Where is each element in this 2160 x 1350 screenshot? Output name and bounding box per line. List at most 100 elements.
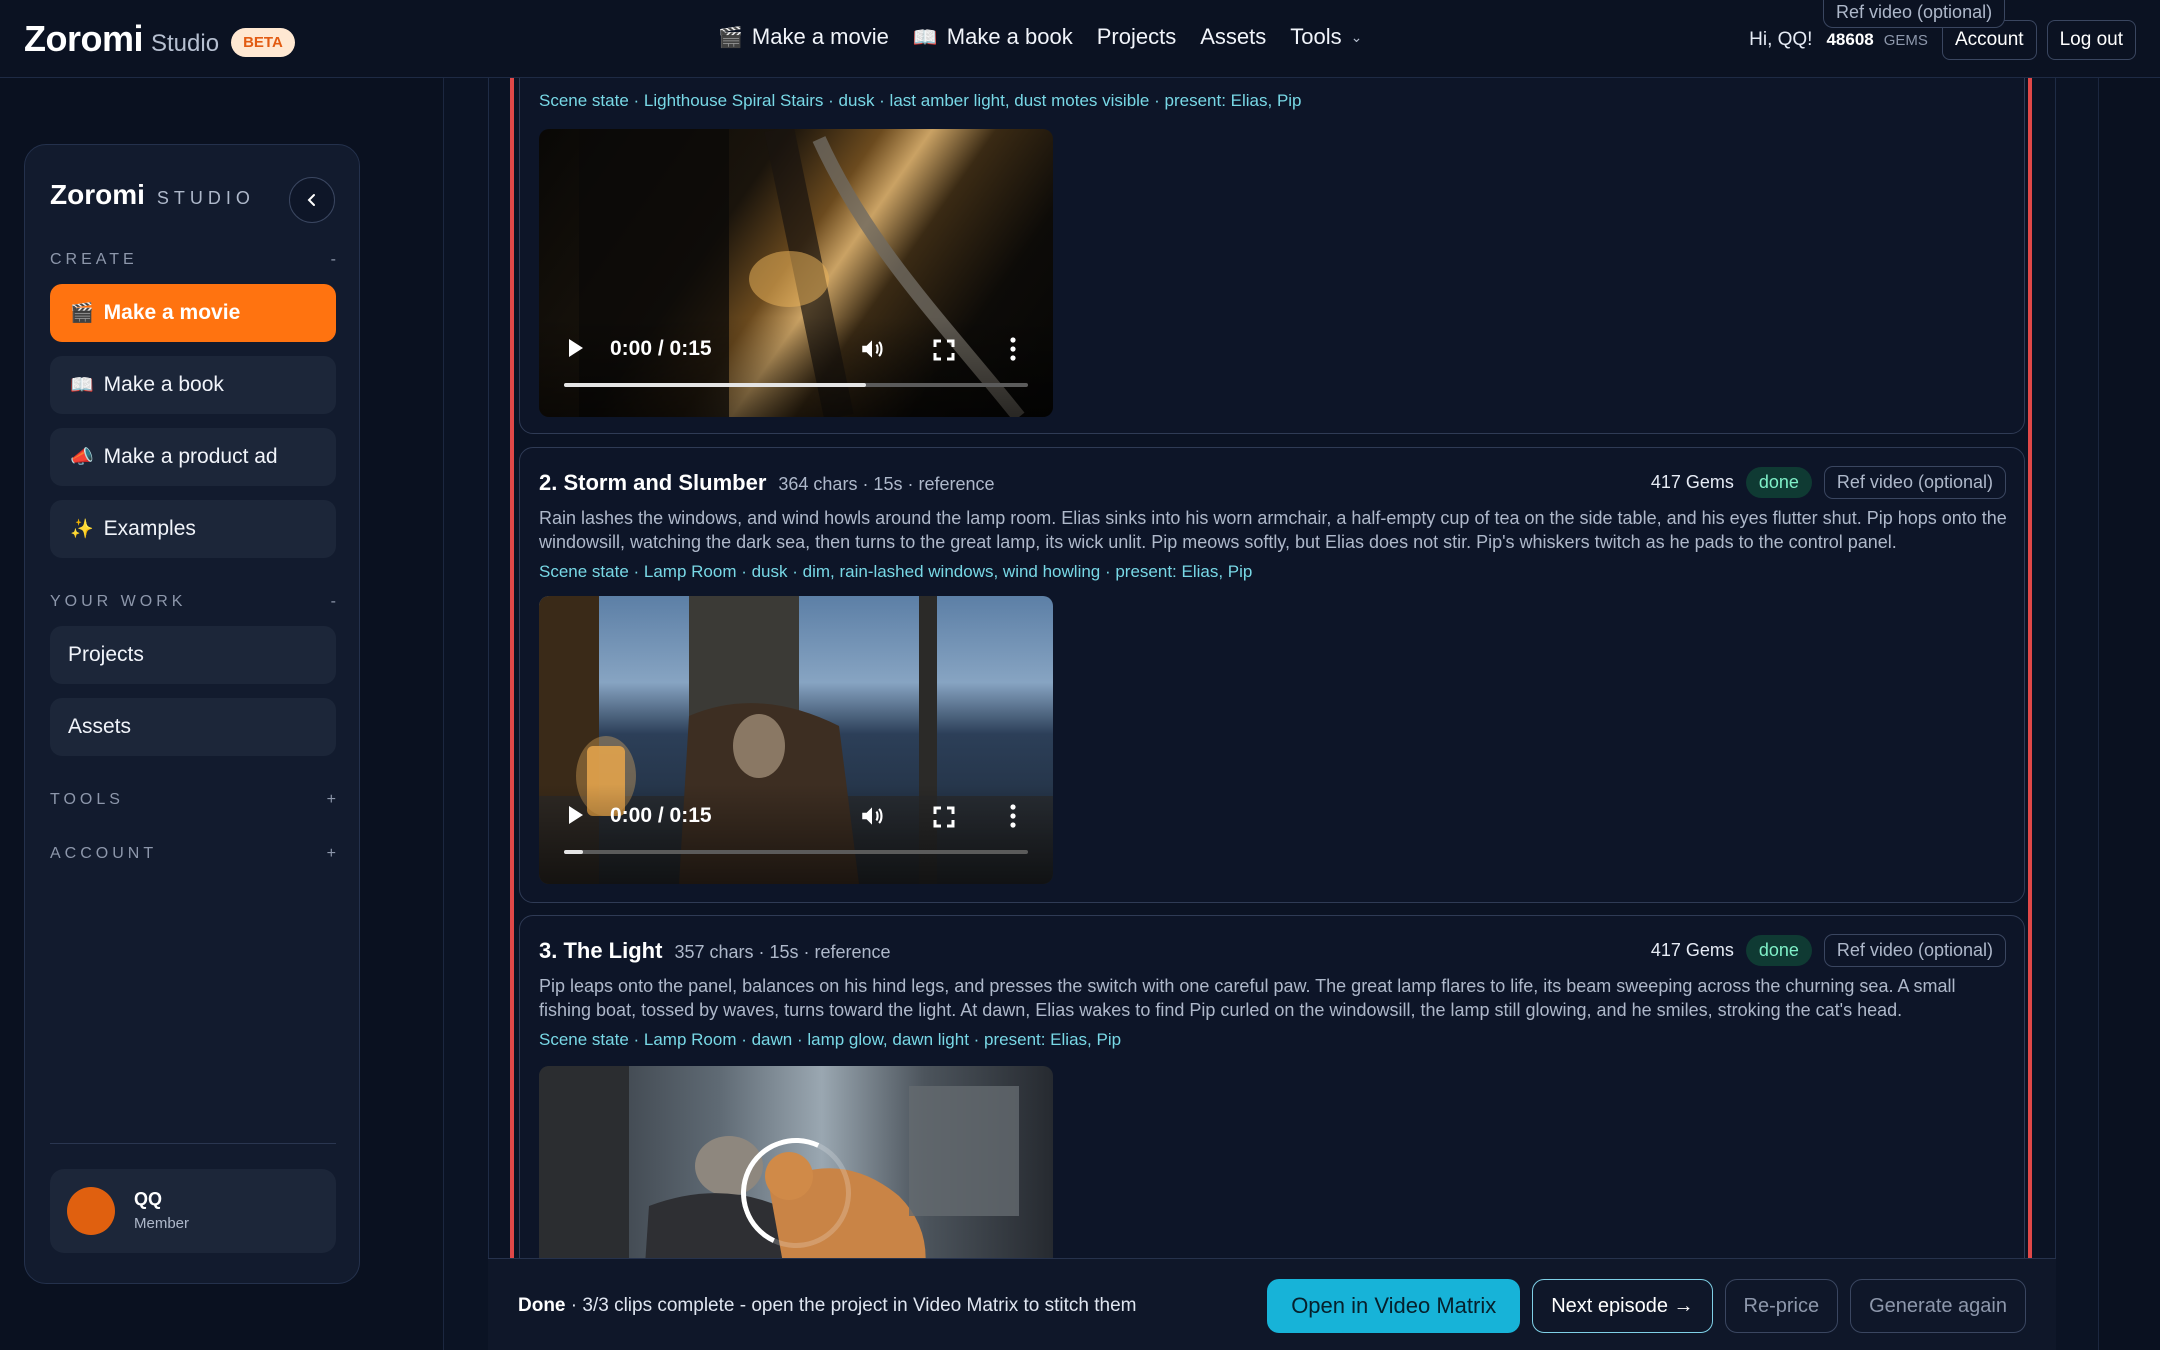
- ref-video-button[interactable]: Ref video (optional): [1823, 466, 2006, 499]
- book-icon: 📖: [70, 375, 94, 396]
- ref-video-button[interactable]: Ref video (optional): [1823, 934, 2006, 967]
- scene-state: Scene state · Lamp Room · dusk · dim, ra…: [539, 562, 1253, 581]
- video-player[interactable]: 0:00 / 0:15: [539, 129, 1053, 417]
- scene-state: Scene state · Lighthouse Spiral Stairs ·…: [539, 91, 1302, 110]
- section-your-work[interactable]: YOUR WORK -: [50, 593, 336, 611]
- expand-toggle[interactable]: +: [327, 791, 336, 809]
- generate-again-button[interactable]: Generate again: [1850, 1279, 2026, 1333]
- chevron-down-icon: ⌄: [1350, 28, 1363, 45]
- status-detail: · 3/3 clips complete - open the project …: [565, 1295, 1137, 1316]
- sidebar-item-projects[interactable]: Projects: [50, 626, 336, 684]
- section-label: YOUR WORK: [50, 593, 187, 610]
- sidebar-item-assets[interactable]: Assets: [50, 698, 336, 756]
- section-create[interactable]: CREATE -: [50, 251, 336, 269]
- section-label: TOOLS: [50, 791, 124, 808]
- collapse-toggle[interactable]: -: [331, 593, 336, 611]
- clip-gem-cost: 417 Gems: [1650, 472, 1734, 492]
- user-name: QQ: [134, 1189, 163, 1209]
- status-actions: Open in Video Matrix Next episode → Re-p…: [1267, 1279, 2026, 1333]
- book-icon: 📖: [912, 26, 938, 49]
- volume-icon[interactable]: [859, 803, 885, 829]
- brand-subtitle: Studio: [151, 30, 220, 57]
- nav-make-book[interactable]: 📖 Make a book: [913, 24, 1073, 50]
- nav-label: Projects: [1096, 24, 1177, 49]
- nav-label: Assets: [1200, 24, 1267, 49]
- clip-description: Pip leaps onto the panel, balances on hi…: [539, 976, 1956, 1020]
- section-tools[interactable]: TOOLS +: [50, 791, 336, 809]
- play-icon[interactable]: [569, 806, 583, 824]
- sidebar-item-make-movie[interactable]: 🎬 Make a movie: [50, 284, 336, 342]
- video-controls: [539, 784, 1053, 884]
- clip-actions: 417 Gems done Ref video (optional): [1651, 466, 2006, 499]
- gems-balance: 48608: [1826, 30, 1874, 49]
- status-bar: Done · 3/3 clips complete - open the pro…: [488, 1258, 2056, 1350]
- fullscreen-icon[interactable]: [933, 806, 955, 828]
- status-badge: done: [1745, 467, 1812, 498]
- reprice-button[interactable]: Re-price: [1724, 1279, 1839, 1333]
- video-time: 0:00 / 0:15: [610, 337, 712, 360]
- sidebar-item-make-product-ad[interactable]: 📣 Make a product ad: [50, 428, 336, 486]
- collapse-sidebar-button[interactable]: [289, 177, 335, 223]
- next-episode-button[interactable]: Next episode →: [1532, 1279, 1713, 1333]
- nav-label: Tools: [1290, 24, 1342, 49]
- seek-bar[interactable]: [564, 850, 1028, 854]
- section-label: ACCOUNT: [50, 845, 158, 862]
- video-controls: [539, 317, 1053, 417]
- fullscreen-icon[interactable]: [933, 339, 955, 361]
- section-account[interactable]: ACCOUNT +: [50, 845, 336, 863]
- sidebar-item-label: Assets: [68, 715, 132, 738]
- clip-meta: 357 chars · 15s · reference: [674, 942, 891, 962]
- logout-button[interactable]: Log out: [2046, 20, 2136, 60]
- clip-card: 2. Storm and Slumber 364 chars · 15s · r…: [519, 447, 2025, 903]
- expand-toggle[interactable]: +: [327, 845, 336, 863]
- sparkles-icon: ✨: [70, 519, 94, 540]
- clip-header: 3. The Light 357 chars · 15s · reference: [539, 938, 891, 964]
- gems-unit: GEMS: [1883, 31, 1928, 49]
- play-icon[interactable]: [569, 339, 583, 357]
- nav-tools[interactable]: Tools ⌄: [1290, 24, 1362, 50]
- seek-progress: [564, 383, 866, 387]
- clip-card: Scene state · Lighthouse Spiral Stairs ·…: [519, 48, 2025, 434]
- sidebar-header: Zoromi STUDIO: [50, 179, 255, 211]
- status-badge: done: [1745, 935, 1812, 966]
- sidebar-item-label: Make a book: [103, 373, 224, 396]
- more-options-icon[interactable]: [1009, 803, 1017, 829]
- collapse-toggle[interactable]: -: [331, 251, 336, 269]
- beta-badge: BETA: [231, 28, 295, 57]
- sidebar-subtitle: STUDIO: [156, 188, 255, 208]
- greeting: Hi, QQ!: [1749, 29, 1813, 50]
- avatar: [67, 1187, 115, 1235]
- sidebar-item-label: Make a product ad: [103, 445, 278, 468]
- status-label: Done: [518, 1295, 566, 1316]
- clip-title: 2. Storm and Slumber: [539, 470, 767, 495]
- user-card[interactable]: QQ Member: [50, 1169, 336, 1253]
- right-gutter: [2098, 78, 2160, 1350]
- open-in-video-matrix-button[interactable]: Open in Video Matrix: [1267, 1279, 1521, 1333]
- sidebar-item-examples[interactable]: ✨ Examples: [50, 500, 336, 558]
- megaphone-icon: 📣: [70, 447, 94, 468]
- nav-assets[interactable]: Assets: [1200, 24, 1266, 50]
- sidebar-item-label: Examples: [103, 517, 196, 540]
- main-nav: 🎬 Make a movie 📖 Make a book Projects As…: [718, 24, 1362, 50]
- brand-logo[interactable]: Zoromi Studio BETA: [24, 18, 295, 61]
- seek-bar[interactable]: [564, 383, 1028, 387]
- nav-projects[interactable]: Projects: [1097, 24, 1176, 50]
- episode-border-left: [510, 78, 514, 1258]
- floating-ref-video-button[interactable]: Ref video (optional): [1823, 0, 2006, 28]
- video-player[interactable]: 0:00 / 0:15: [539, 596, 1053, 884]
- nav-label: Make a movie: [751, 24, 889, 49]
- scene-state: Scene state · Lamp Room · dawn · lamp gl…: [539, 1030, 1122, 1049]
- volume-icon[interactable]: [859, 336, 885, 362]
- clip-actions: 417 Gems done Ref video (optional): [1651, 934, 2006, 967]
- sidebar-item-make-book[interactable]: 📖 Make a book: [50, 356, 336, 414]
- user-role: Member: [134, 1215, 190, 1232]
- clip-description: Rain lashes the windows, and wind howls …: [539, 508, 2007, 552]
- sidebar-item-label: Make a movie: [103, 301, 241, 324]
- section-label: CREATE: [50, 251, 138, 268]
- more-options-icon[interactable]: [1009, 336, 1017, 362]
- video-time: 0:00 / 0:15: [610, 804, 712, 827]
- sidebar: Zoromi STUDIO CREATE - 🎬 Make a movie 📖 …: [24, 144, 360, 1284]
- chevron-left-icon: [307, 194, 315, 206]
- nav-make-movie[interactable]: 🎬 Make a movie: [718, 24, 889, 50]
- clip-title: 3. The Light: [539, 938, 663, 963]
